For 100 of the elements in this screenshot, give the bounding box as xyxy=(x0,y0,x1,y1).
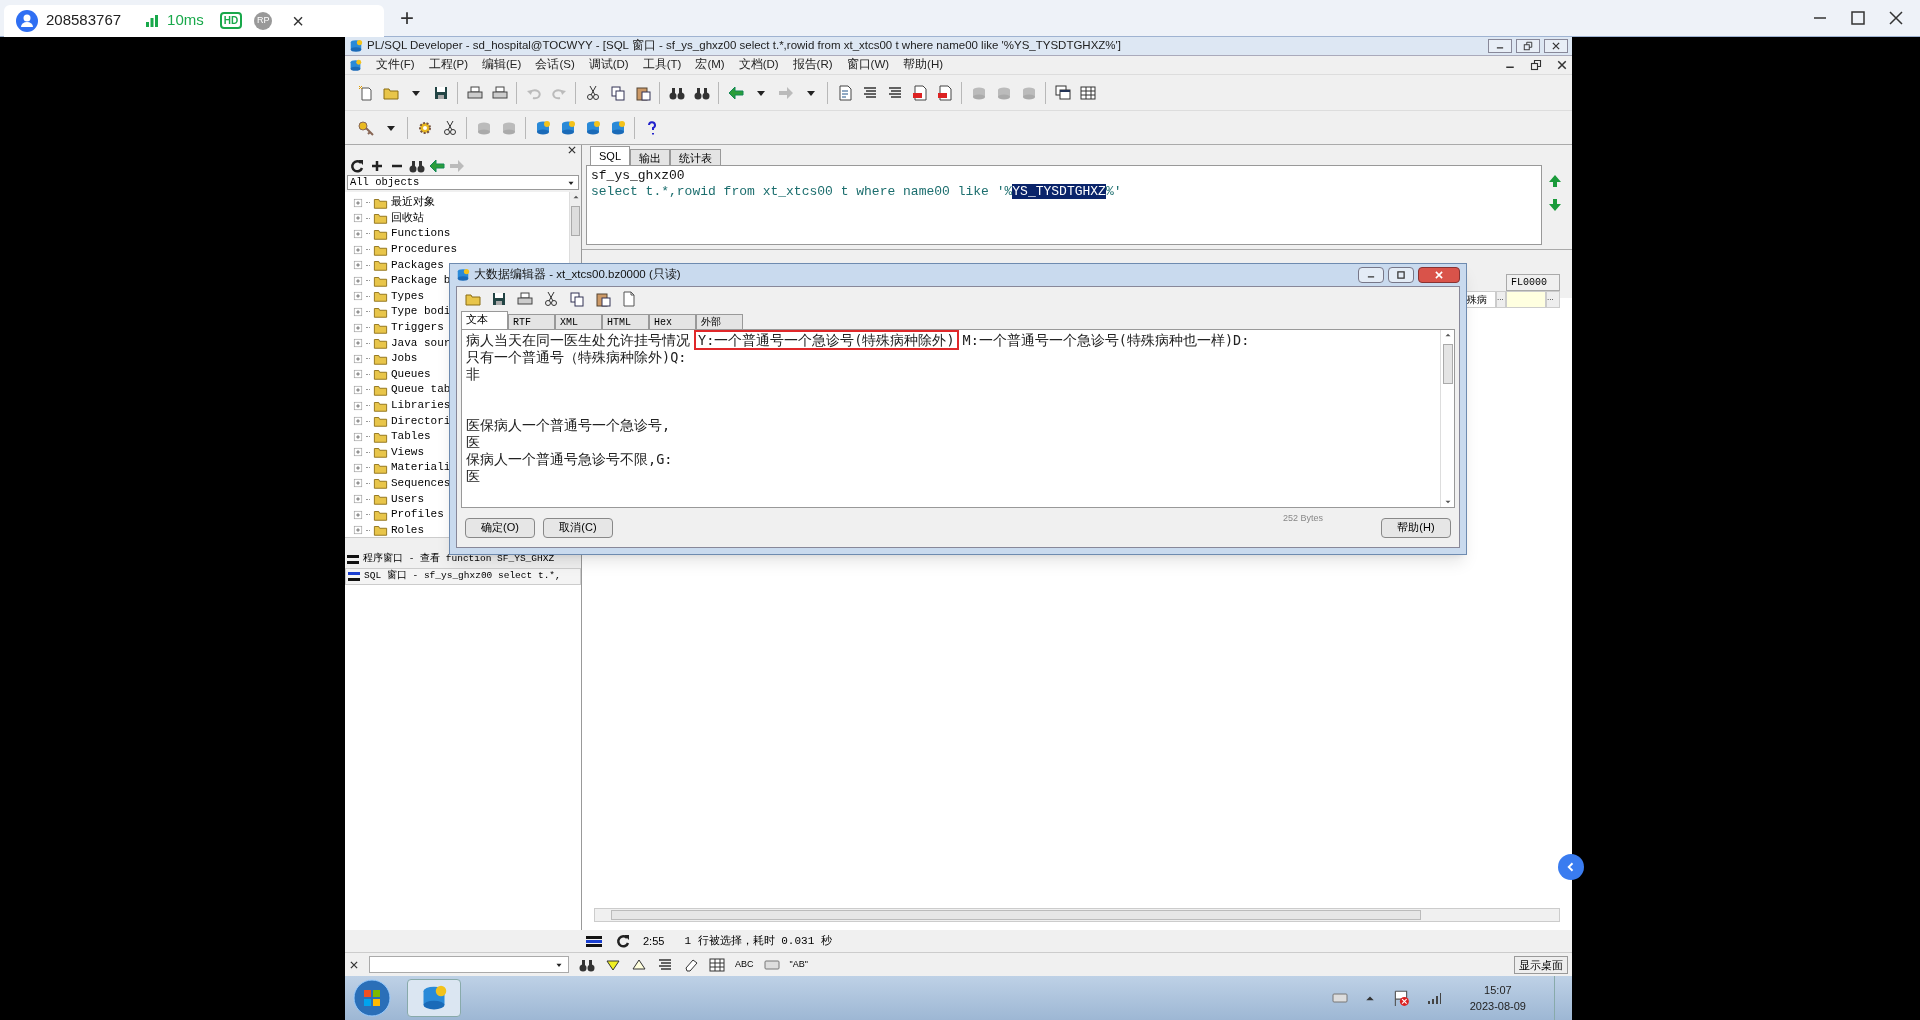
window-list-item[interactable]: SQL 窗口 - sf_ys_ghxz00 select t.*, xyxy=(345,568,581,585)
cut-icon[interactable] xyxy=(584,84,601,101)
close-button[interactable] xyxy=(1418,267,1460,283)
tree-item[interactable]: Functions xyxy=(391,228,451,240)
editor-tab[interactable]: 输出 xyxy=(630,149,670,165)
expand-plus-icon[interactable] xyxy=(353,213,363,224)
save-icon[interactable] xyxy=(432,84,449,101)
horizontal-scrollbar[interactable] xyxy=(594,908,1560,922)
tree-item[interactable]: Type bodi xyxy=(391,306,451,318)
database-icon[interactable] xyxy=(534,119,551,136)
editor-tab[interactable]: 统计表 xyxy=(670,149,721,165)
menu-item[interactable]: 帮助(H) xyxy=(903,56,944,74)
expand-plus-icon[interactable] xyxy=(353,416,363,427)
tree-item[interactable]: Triggers xyxy=(391,322,444,334)
close-icon[interactable] xyxy=(1556,59,1568,71)
menu-item[interactable]: 调试(D) xyxy=(588,56,629,74)
restore-button[interactable] xyxy=(1516,39,1540,53)
expand-plus-icon[interactable] xyxy=(353,447,363,458)
up-arrow-icon[interactable] xyxy=(1547,173,1563,189)
menu-item[interactable]: 文件(F) xyxy=(376,56,415,74)
tree-item[interactable]: Queues xyxy=(391,368,431,380)
object-filter-dropdown[interactable]: All objects xyxy=(347,175,579,190)
tree-item[interactable]: 回收站 xyxy=(391,212,424,224)
expand-plus-icon[interactable] xyxy=(353,525,363,536)
expand-plus-icon[interactable] xyxy=(353,431,363,442)
save-icon[interactable] xyxy=(491,291,507,307)
cell-edit-button[interactable]: ... xyxy=(1496,291,1506,308)
expand-plus-icon[interactable] xyxy=(353,494,363,505)
expand-plus-icon[interactable] xyxy=(353,291,363,302)
tree-item[interactable]: Views xyxy=(391,446,424,458)
dialog-tab[interactable]: HTML xyxy=(602,314,649,329)
start-button[interactable] xyxy=(353,979,391,1017)
ok-button[interactable]: 确定(O) xyxy=(465,517,535,538)
browser-tab[interactable]: 208583767 10ms HD RP × xyxy=(4,4,384,37)
expand-plus-icon[interactable] xyxy=(353,229,363,239)
tree-item[interactable]: Packages xyxy=(391,259,444,271)
indent-icon[interactable] xyxy=(861,84,878,101)
new-tab-button[interactable]: + xyxy=(400,6,414,30)
find-icon[interactable] xyxy=(409,158,425,174)
dialog-tab[interactable]: 文本 xyxy=(461,311,508,329)
tree-item[interactable]: Profiles xyxy=(391,509,444,521)
expand-plus-icon[interactable] xyxy=(353,369,363,380)
tree-item[interactable]: 最近对象 xyxy=(391,197,435,209)
plus-icon[interactable] xyxy=(369,158,385,174)
refresh-icon[interactable] xyxy=(615,933,631,949)
column-header[interactable]: FL0000 xyxy=(1506,274,1560,291)
outdent-icon[interactable] xyxy=(886,84,903,101)
tree-item[interactable]: Java sour xyxy=(391,337,451,349)
expand-plus-icon[interactable] xyxy=(353,353,363,364)
expand-plus-icon[interactable] xyxy=(353,338,363,349)
open-folder-icon[interactable] xyxy=(465,291,481,307)
tree-item[interactable]: Materiali xyxy=(391,462,451,474)
tree-item[interactable]: Libraries xyxy=(391,400,451,411)
menu-item[interactable]: 工具(T) xyxy=(642,56,682,74)
tree-item[interactable]: Tables xyxy=(391,431,431,443)
dialog-tab[interactable]: XML xyxy=(555,314,602,329)
windows-icon[interactable] xyxy=(1054,84,1071,101)
close-icon[interactable] xyxy=(349,959,359,970)
document-icon[interactable] xyxy=(911,84,928,101)
expand-plus-icon[interactable] xyxy=(353,322,363,333)
copy-icon[interactable] xyxy=(569,291,585,307)
dialog-tab[interactable]: 外部 xyxy=(696,314,743,329)
expand-plus-icon[interactable] xyxy=(353,478,363,489)
minimize-button[interactable] xyxy=(1488,39,1512,53)
cancel-button[interactable]: 取消(C) xyxy=(543,517,613,538)
database-icon[interactable] xyxy=(559,119,576,136)
gear-icon[interactable] xyxy=(416,119,433,136)
find-field[interactable] xyxy=(369,956,569,973)
refresh-icon[interactable] xyxy=(349,158,365,174)
restore-icon[interactable] xyxy=(1530,59,1542,71)
close-tab-button[interactable]: × xyxy=(292,10,304,31)
tree-item[interactable]: Sequences xyxy=(391,478,451,489)
tree-item[interactable]: Roles xyxy=(391,524,424,536)
menu-item[interactable]: 工程(P) xyxy=(428,56,469,74)
document-icon[interactable] xyxy=(621,291,637,307)
copy-icon[interactable] xyxy=(609,84,626,101)
taskbar-app-button[interactable] xyxy=(407,979,461,1017)
paste-icon[interactable] xyxy=(634,84,651,101)
tree-item[interactable]: Queue tab xyxy=(391,384,451,396)
menu-item[interactable]: 宏(M) xyxy=(695,56,725,74)
maximize-button[interactable] xyxy=(1388,267,1414,283)
close-icon[interactable] xyxy=(567,145,577,155)
expand-plus-icon[interactable] xyxy=(353,306,363,317)
maximize-icon[interactable] xyxy=(1850,10,1866,26)
document-icon[interactable] xyxy=(836,84,853,101)
expand-plus-icon[interactable] xyxy=(353,260,363,271)
close-button[interactable] xyxy=(1544,39,1568,53)
menu-item[interactable]: 窗口(W) xyxy=(846,56,890,74)
menu-item[interactable]: 会话(S) xyxy=(535,56,575,74)
back-arrow-icon[interactable] xyxy=(727,84,744,101)
show-desktop-button[interactable]: 显示桌面 xyxy=(1514,955,1568,974)
paste-icon[interactable] xyxy=(595,291,611,307)
expand-plus-icon[interactable] xyxy=(353,275,363,286)
menu-item[interactable]: 编辑(E) xyxy=(482,56,522,74)
expand-plus-icon[interactable] xyxy=(353,244,363,255)
collapse-side-button[interactable] xyxy=(1558,854,1584,880)
quoted-search-toggle[interactable]: "AB" xyxy=(789,957,808,972)
database-icon[interactable] xyxy=(609,119,626,136)
tree-item[interactable]: Jobs xyxy=(391,353,418,365)
document-icon[interactable] xyxy=(936,84,953,101)
